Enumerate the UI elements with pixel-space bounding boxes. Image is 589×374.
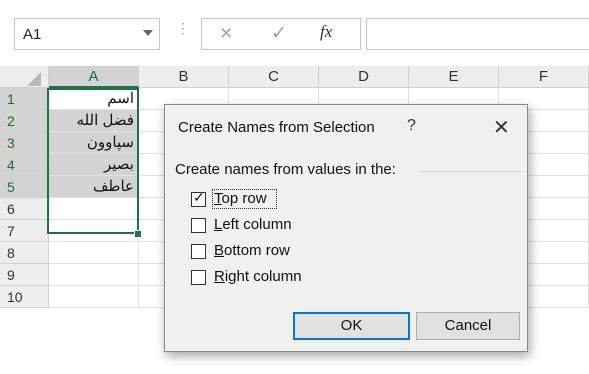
accelerator-key: B <box>214 242 225 259</box>
insert-function-icon[interactable]: fx <box>320 22 332 42</box>
drag-handle-icon[interactable]: ⋮ <box>176 21 190 42</box>
row-header-3[interactable]: 3 <box>0 132 49 154</box>
fill-handle[interactable] <box>134 230 142 238</box>
check-icon: ✓ <box>193 189 205 205</box>
column-header-c[interactable]: C <box>229 66 319 88</box>
cell-a10[interactable] <box>49 286 139 308</box>
cell-a8[interactable] <box>49 242 139 264</box>
column-header-e[interactable]: E <box>409 66 499 88</box>
row-header-6[interactable]: 6 <box>0 198 49 220</box>
row-header-1[interactable]: 1 <box>0 88 49 110</box>
name-box-value: A1 <box>23 26 42 43</box>
cell-a9[interactable] <box>49 264 139 286</box>
row-header-9[interactable]: 9 <box>0 264 49 286</box>
column-header-b[interactable]: B <box>139 66 229 88</box>
select-all-corner[interactable] <box>0 66 49 88</box>
formula-input[interactable] <box>366 18 589 50</box>
checkbox-right-column[interactable] <box>191 270 206 285</box>
close-icon[interactable]: ✕ <box>493 115 510 140</box>
group-divider <box>419 171 522 172</box>
checkbox-bottom-row-label[interactable]: Bottom row <box>214 242 290 259</box>
name-box[interactable]: A1 <box>14 18 160 50</box>
row-header-2[interactable]: 2 <box>0 110 49 132</box>
checkbox-top-row[interactable]: ✓ <box>191 189 206 207</box>
create-names-dialog: Create Names from Selection ? ✕ Create n… <box>164 104 528 352</box>
accelerator-key: R <box>214 268 225 285</box>
checkbox-bottom-row[interactable] <box>191 244 206 259</box>
dialog-title: Create Names from Selection <box>178 119 375 136</box>
row-header-5[interactable]: 5 <box>0 176 49 198</box>
ok-button[interactable]: OK <box>293 312 410 340</box>
column-header-f[interactable]: F <box>499 66 589 88</box>
group-label: Create names from values in the: <box>175 161 396 178</box>
label-rest: ight column <box>224 268 302 285</box>
checkbox-left-column[interactable] <box>191 218 206 233</box>
checkbox-right-column-label[interactable]: Right column <box>214 268 302 285</box>
cancel-entry-icon[interactable]: × <box>220 22 232 46</box>
selection-border <box>47 88 139 234</box>
cancel-button[interactable]: Cancel <box>416 312 520 340</box>
label-rest: eft column <box>222 216 292 233</box>
chevron-down-icon[interactable] <box>143 30 153 36</box>
column-header-d[interactable]: D <box>319 66 409 88</box>
row-header-8[interactable]: 8 <box>0 242 49 264</box>
column-header-a[interactable]: A <box>49 66 139 88</box>
row-header-4[interactable]: 4 <box>0 154 49 176</box>
focus-rectangle <box>212 189 277 209</box>
help-icon[interactable]: ? <box>407 117 416 135</box>
label-rest: ottom row <box>224 242 290 259</box>
checkbox-left-column-label[interactable]: Left column <box>214 216 292 233</box>
row-header-7[interactable]: 7 <box>0 220 49 242</box>
select-all-triangle-icon <box>27 72 41 86</box>
enter-entry-icon[interactable]: ✓ <box>271 22 287 45</box>
row-header-10[interactable]: 10 <box>0 286 49 308</box>
